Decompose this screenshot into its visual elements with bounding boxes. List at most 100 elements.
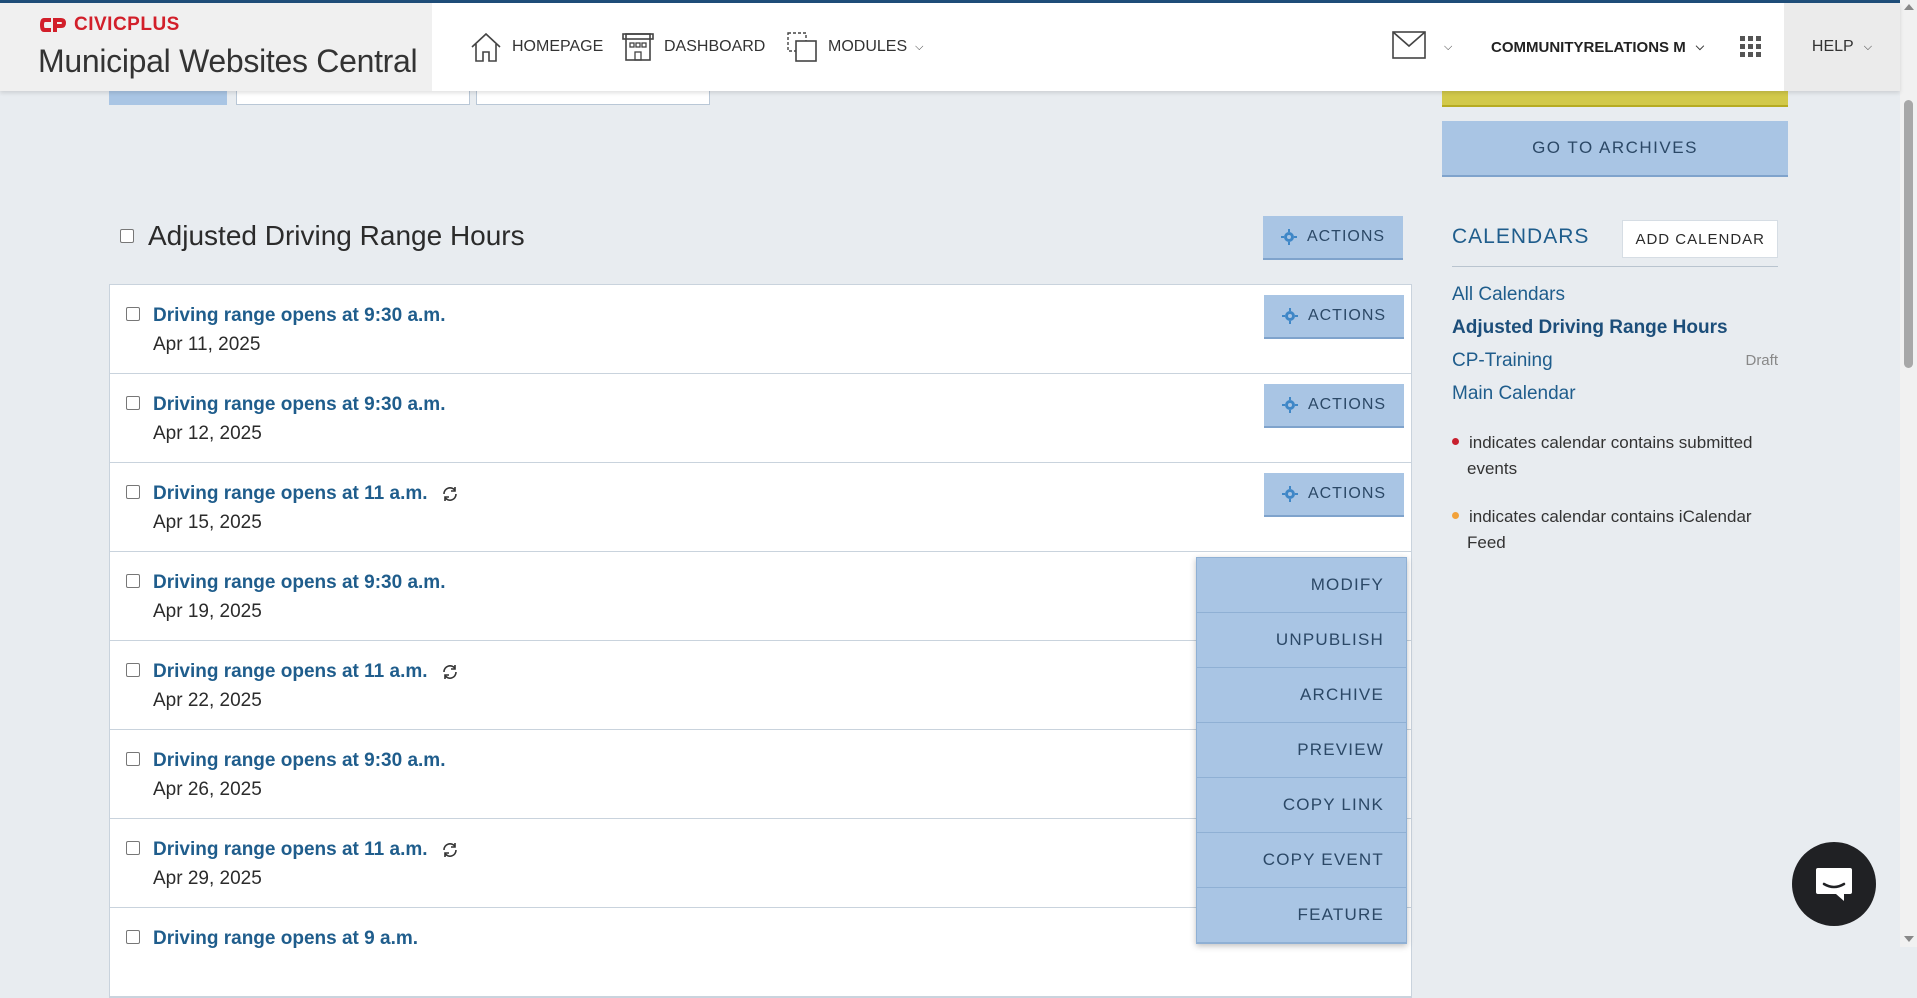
calendar-link-label[interactable]: Main Calendar	[1452, 383, 1576, 405]
help-label: HELP	[1811, 38, 1854, 55]
event-title[interactable]: Driving range opens at 9:30 a.m.	[153, 394, 445, 416]
calendar-link-cp-training[interactable]: CP-Training Draft	[1452, 344, 1778, 377]
event-checkbox[interactable]	[126, 485, 140, 499]
calendar-title: Adjusted Driving Range Hours	[148, 220, 525, 251]
calendar-link-main[interactable]: Main Calendar	[1452, 377, 1778, 410]
top-header: CIVICPLUS Municipal Websites Central HOM…	[0, 3, 1900, 91]
actions-label: ACTIONS	[1306, 228, 1386, 245]
calendar-list: All Calendars Adjusted Driving Range Hou…	[1452, 278, 1778, 410]
draft-status: Draft	[1745, 352, 1778, 369]
event-title-link[interactable]: Driving range opens at 11 a.m.	[153, 661, 460, 683]
calendar-link-all[interactable]: All Calendars	[1452, 278, 1778, 311]
event-title-link[interactable]: Driving range opens at 9:30 a.m.	[153, 394, 445, 416]
event-title[interactable]: Driving range opens at 11 a.m.	[153, 839, 428, 861]
menu-item-copy-event[interactable]: COPY EVENT	[1197, 833, 1406, 888]
nav-homepage-label: HOMEPAGE	[512, 38, 604, 55]
event-title[interactable]: Driving range opens at 11 a.m.	[153, 483, 428, 505]
legend-submitted: indicates calendar contains submitted ev…	[1452, 430, 1778, 482]
event-row: Driving range opens at 11 a.m. Apr 15, 2…	[110, 463, 1411, 552]
event-actions-button[interactable]: ACTIONS	[1264, 295, 1404, 339]
event-checkbox[interactable]	[126, 307, 140, 321]
menu-item-unpublish[interactable]: UNPUBLISH	[1197, 613, 1406, 668]
gear-icon	[1281, 486, 1298, 502]
user-menu[interactable]: COMMUNITYRELATIONS M ⌵	[1491, 3, 1704, 91]
scroll-up-arrow-icon[interactable]	[1904, 4, 1914, 10]
calendar-link-label[interactable]: Adjusted Driving Range Hours	[1452, 317, 1728, 339]
legend-text: indicates calendar contains iCalendar Fe…	[1467, 507, 1752, 552]
messages-menu[interactable]: ⌵	[1392, 3, 1452, 91]
recurring-icon	[442, 843, 457, 857]
menu-item-archive[interactable]: ARCHIVE	[1197, 668, 1406, 723]
event-title-link[interactable]: Driving range opens at 11 a.m.	[153, 839, 460, 861]
home-icon	[468, 29, 504, 65]
nav-dashboard-label: DASHBOARD	[664, 38, 766, 55]
select-all-checkbox[interactable]	[120, 229, 134, 243]
event-title[interactable]: Driving range opens at 9:30 a.m.	[153, 572, 445, 594]
gear-icon	[1281, 397, 1298, 413]
actions-label: ACTIONS	[1307, 396, 1387, 413]
nav-dashboard[interactable]: DASHBOARD	[620, 3, 765, 91]
site-title: Municipal Websites Central	[38, 43, 418, 79]
scrollbar-thumb[interactable]	[1904, 100, 1913, 368]
nav-homepage[interactable]: HOMEPAGE	[468, 3, 603, 91]
scroll-down-arrow-icon[interactable]	[1904, 936, 1914, 942]
calendar-header: Adjusted Driving Range Hours	[120, 220, 525, 252]
orange-dot-icon	[1452, 512, 1459, 520]
calendar-link-label[interactable]: All Calendars	[1452, 284, 1565, 306]
apps-grid-button[interactable]	[1740, 3, 1762, 91]
event-date: Apr 22, 2025	[153, 690, 262, 711]
event-title[interactable]: Driving range opens at 9:30 a.m.	[153, 750, 445, 772]
modules-icon	[784, 29, 820, 65]
chat-icon	[1816, 868, 1852, 901]
recurring-icon	[442, 665, 457, 679]
event-title[interactable]: Driving range opens at 11 a.m.	[153, 661, 428, 683]
calendar-link-label[interactable]: CP-Training	[1452, 350, 1553, 372]
red-dot-icon	[1452, 438, 1459, 446]
calendars-heading: CALENDARS	[1452, 225, 1590, 248]
apps-grid-icon	[1740, 36, 1761, 57]
event-title-link[interactable]: Driving range opens at 11 a.m.	[153, 483, 460, 505]
event-checkbox[interactable]	[126, 752, 140, 766]
gear-icon	[1281, 308, 1298, 324]
recurring-icon	[442, 487, 457, 501]
event-checkbox[interactable]	[126, 841, 140, 855]
user-name: COMMUNITYRELATIONS M	[1491, 38, 1686, 56]
calendar-actions-button[interactable]: ACTIONS	[1263, 216, 1403, 260]
dashboard-icon	[620, 29, 656, 65]
vertical-scrollbar[interactable]	[1900, 0, 1917, 947]
go-to-archives-button[interactable]: GO TO ARCHIVES	[1442, 121, 1788, 177]
menu-item-copy-link[interactable]: COPY LINK	[1197, 778, 1406, 833]
calendar-link-adjusted-driving-range-hours[interactable]: Adjusted Driving Range Hours	[1452, 311, 1778, 344]
event-title-link[interactable]: Driving range opens at 9:30 a.m.	[153, 750, 445, 772]
nav-modules[interactable]: MODULES ⌵	[784, 3, 923, 91]
event-title[interactable]: Driving range opens at 9:30 a.m.	[153, 305, 445, 327]
event-date: Apr 11, 2025	[153, 334, 261, 355]
chat-button[interactable]	[1792, 842, 1876, 926]
mail-icon	[1392, 30, 1426, 64]
event-date: Apr 12, 2025	[153, 423, 262, 444]
civicplus-logo-icon	[40, 18, 66, 32]
help-menu[interactable]: HELP ⌵	[1784, 3, 1900, 91]
menu-item-feature[interactable]: FEATURE	[1197, 888, 1406, 943]
add-calendar-button[interactable]: ADD CALENDAR	[1622, 220, 1778, 258]
event-checkbox[interactable]	[126, 396, 140, 410]
event-checkbox[interactable]	[126, 663, 140, 677]
event-date: Apr 29, 2025	[153, 868, 262, 889]
brand-name: CIVICPLUS	[74, 14, 180, 35]
calendars-header: CALENDARS ADD CALENDAR	[1452, 220, 1778, 267]
event-checkbox[interactable]	[126, 930, 140, 944]
brand-area[interactable]: CIVICPLUS Municipal Websites Central	[0, 3, 432, 91]
event-actions-button[interactable]: ACTIONS	[1264, 384, 1404, 428]
menu-item-modify[interactable]: MODIFY	[1197, 558, 1406, 613]
actions-dropdown-menu: MODIFY UNPUBLISH ARCHIVE PREVIEW COPY LI…	[1196, 557, 1407, 944]
event-title-link[interactable]: Driving range opens at 9:30 a.m.	[153, 305, 445, 327]
event-date: Apr 15, 2025	[153, 512, 262, 533]
event-actions-button[interactable]: ACTIONS	[1264, 473, 1404, 517]
menu-item-preview[interactable]: PREVIEW	[1197, 723, 1406, 778]
chevron-down-icon: ⌵	[915, 40, 924, 53]
chevron-down-icon: ⌵	[1444, 40, 1453, 53]
event-title-link[interactable]: Driving range opens at 9:30 a.m.	[153, 572, 445, 594]
event-row: Driving range opens at 9:30 a.m. Apr 12,…	[110, 374, 1411, 463]
event-checkbox[interactable]	[126, 574, 140, 588]
event-date: Apr 19, 2025	[153, 601, 262, 622]
